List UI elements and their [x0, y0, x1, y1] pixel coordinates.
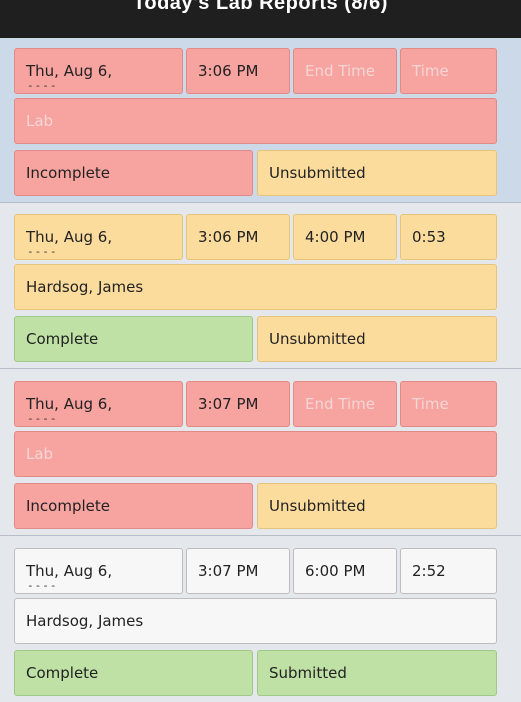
duration-field[interactable]: 0:53: [400, 214, 497, 260]
year-placeholder: ----: [27, 245, 58, 258]
lab-name-placeholder: Lab: [26, 445, 54, 463]
start-time-field[interactable]: 3:06 PM: [186, 214, 290, 260]
end-time-field[interactable]: End Time: [293, 48, 397, 94]
status-badge[interactable]: Complete: [14, 316, 253, 362]
status-badge[interactable]: Complete: [14, 650, 253, 696]
year-placeholder: ----: [27, 412, 58, 425]
date-field[interactable]: Thu, Aug 6, ----: [14, 381, 183, 427]
start-time-field[interactable]: 3:07 PM: [186, 381, 290, 427]
end-time-field[interactable]: End Time: [293, 381, 397, 427]
submission-badge[interactable]: Unsubmitted: [257, 316, 497, 362]
lab-name-field[interactable]: Hardsog, James: [14, 598, 497, 644]
duration-placeholder: Time: [412, 395, 449, 413]
year-placeholder: ----: [27, 79, 58, 92]
entry-card-3[interactable]: Thu, Aug 6, ---- 3:07 PM End Time Time La…: [0, 371, 521, 536]
entry-card-2[interactable]: Thu, Aug 6, ---- 3:06 PM 4:00 PM 0:53 Har…: [0, 204, 521, 369]
duration-placeholder: Time: [412, 62, 449, 80]
end-time-placeholder: End Time: [305, 62, 375, 80]
end-time-field[interactable]: 6:00 PM: [293, 548, 397, 594]
date-field[interactable]: Thu, Aug 6, ----: [14, 48, 183, 94]
duration-field[interactable]: 2:52: [400, 548, 497, 594]
lab-name-field[interactable]: Lab: [14, 431, 497, 477]
end-time-placeholder: End Time: [305, 395, 375, 413]
date-field[interactable]: Thu, Aug 6, ----: [14, 214, 183, 260]
date-field[interactable]: Thu, Aug 6, ----: [14, 548, 183, 594]
lab-name-field[interactable]: Lab: [14, 98, 497, 144]
duration-field[interactable]: Time: [400, 48, 497, 94]
entry-card-1[interactable]: Thu, Aug 6, ---- 3:06 PM End Time Time La…: [0, 38, 521, 203]
end-time-field[interactable]: 4:00 PM: [293, 214, 397, 260]
date-value: Thu, Aug 6,: [26, 62, 113, 80]
header-title: Today's Lab Reports (8/6): [133, 0, 388, 14]
header-bar: Today's Lab Reports (8/6): [0, 0, 521, 38]
date-value: Thu, Aug 6,: [26, 228, 113, 246]
duration-field[interactable]: Time: [400, 381, 497, 427]
submission-badge[interactable]: Submitted: [257, 650, 497, 696]
lab-name-field[interactable]: Hardsog, James: [14, 264, 497, 310]
status-badge[interactable]: Incomplete: [14, 150, 253, 196]
year-placeholder: ----: [27, 579, 58, 592]
submission-badge[interactable]: Unsubmitted: [257, 483, 497, 529]
lab-name-placeholder: Lab: [26, 112, 54, 130]
start-time-field[interactable]: 3:06 PM: [186, 48, 290, 94]
entry-card-4[interactable]: Thu, Aug 6, ---- 3:07 PM 6:00 PM 2:52 Har…: [0, 538, 521, 702]
date-value: Thu, Aug 6,: [26, 562, 113, 580]
status-badge[interactable]: Incomplete: [14, 483, 253, 529]
date-value: Thu, Aug 6,: [26, 395, 113, 413]
start-time-field[interactable]: 3:07 PM: [186, 548, 290, 594]
submission-badge[interactable]: Unsubmitted: [257, 150, 497, 196]
